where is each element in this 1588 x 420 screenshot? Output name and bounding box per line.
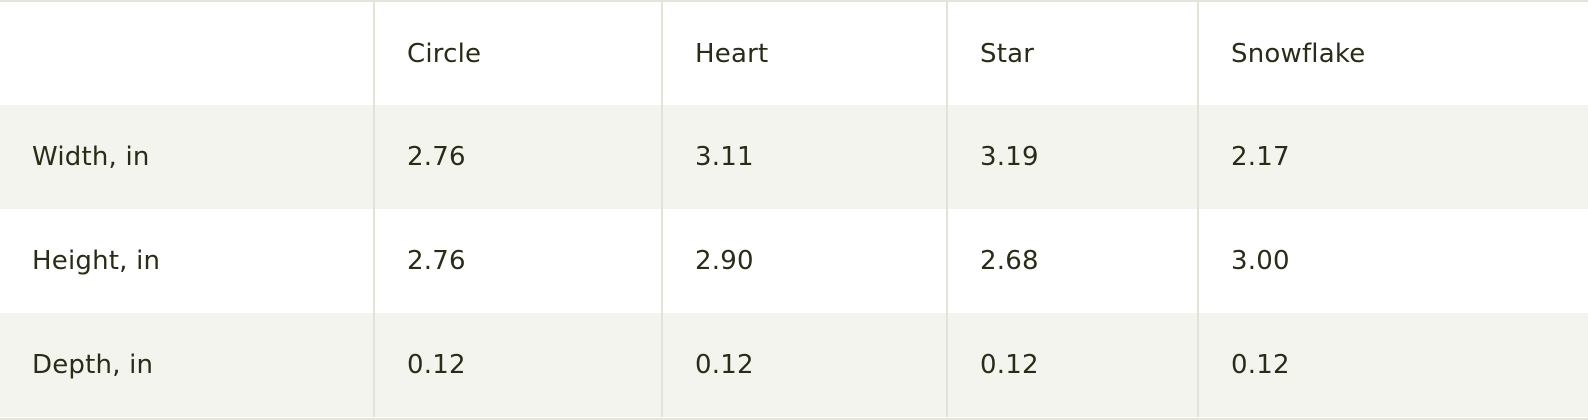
cell-depth-heart: 0.12 (662, 313, 948, 417)
dimensions-table-container: Circle Heart Star Snowflake Width, in 2.… (0, 0, 1588, 420)
header-corner-cell (0, 2, 375, 105)
cell-width-snowflake: 2.17 (1231, 142, 1290, 172)
cell-height-circle: 2.76 (374, 209, 663, 313)
table-row-height: Height, in 2.76 2.90 2.68 3.00 (0, 209, 1588, 313)
table-row-width: Width, in 2.76 3.11 3.19 2.17 (0, 105, 1588, 209)
cell-width-star: 3.19 (947, 105, 1199, 209)
row-label-width: Width, in (0, 105, 375, 209)
dimensions-table: Circle Heart Star Snowflake Width, in 2.… (0, 2, 1588, 417)
table-header-row: Circle Heart Star Snowflake (0, 2, 1588, 105)
header-heart: Heart (662, 2, 948, 105)
header-star: Star (947, 2, 1199, 105)
header-circle: Circle (374, 2, 663, 105)
cell-height-star: 2.68 (947, 209, 1199, 313)
header-snowflake: Snowflake (1231, 38, 1366, 69)
cell-depth-circle: 0.12 (374, 313, 663, 417)
table-row-depth: Depth, in 0.12 0.12 0.12 0.12 (0, 313, 1588, 417)
cell-depth-star: 0.12 (947, 313, 1199, 417)
cell-width-circle: 2.76 (374, 105, 663, 209)
cell-height-snowflake: 3.00 (1231, 246, 1290, 276)
cell-height-heart: 2.90 (662, 209, 948, 313)
row-label-height: Height, in (0, 209, 375, 313)
cell-width-heart: 3.11 (662, 105, 948, 209)
cell-depth-snowflake: 0.12 (1231, 350, 1290, 380)
row-label-depth: Depth, in (0, 313, 375, 417)
